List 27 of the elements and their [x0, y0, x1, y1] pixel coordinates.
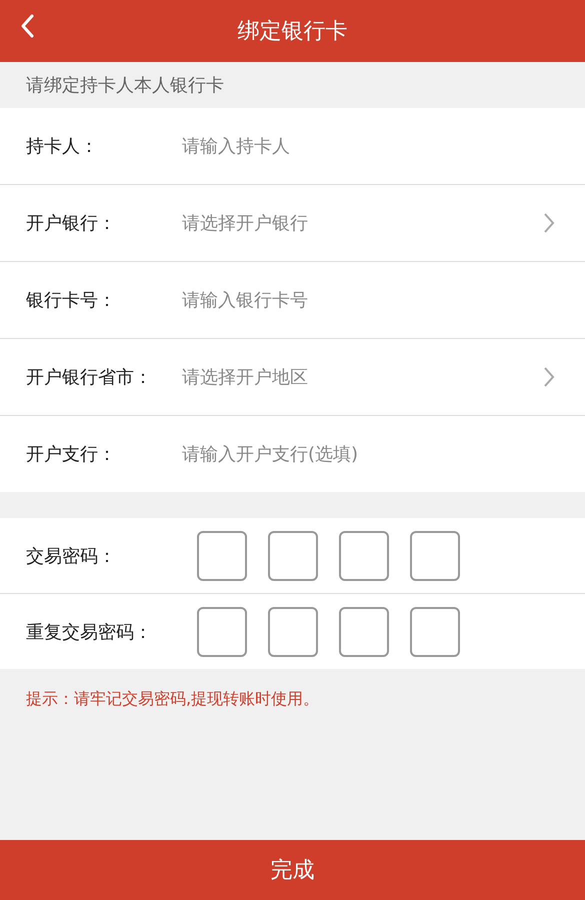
- input-field[interactable]: 请选择开户银行: [182, 212, 543, 234]
- pin-field[interactable]: [197, 606, 247, 656]
- field-label: 交易密码：: [26, 544, 117, 568]
- field-label: 开户银行：: [26, 212, 117, 235]
- field-label: 开户支行：: [26, 443, 117, 466]
- pin-field[interactable]: [268, 606, 318, 656]
- input-field[interactable]: 请输入持卡人: [182, 136, 555, 156]
- hint-text: 提示：请牢记交易密码,提现转账时使用。: [25, 688, 320, 710]
- pin-field[interactable]: [410, 530, 460, 580]
- chevron-icon: [543, 212, 555, 234]
- pin-field[interactable]: [339, 606, 389, 656]
- page-title: 绑定银行卡: [238, 18, 348, 46]
- pin-field[interactable]: [410, 606, 460, 656]
- back-icon[interactable]: [20, 14, 34, 38]
- field-label: 持卡人：: [26, 135, 99, 158]
- input-field[interactable]: 请输入银行卡号: [182, 290, 555, 310]
- pin-field[interactable]: [268, 530, 318, 580]
- field-label: 开户银行省市：: [26, 366, 153, 389]
- field-label: 银行卡号：: [26, 289, 117, 312]
- notice-text: 请绑定持卡人本人银行卡: [25, 74, 225, 98]
- submit-button[interactable]: 完成: [0, 840, 585, 900]
- field-label: 重复交易密码：: [26, 620, 153, 644]
- pin-field[interactable]: [339, 530, 389, 580]
- chevron-icon: [543, 366, 555, 388]
- input-field[interactable]: 请选择开户地区: [182, 366, 543, 388]
- input-field[interactable]: 请输入开户支行(选填): [182, 444, 555, 464]
- pin-field[interactable]: [197, 530, 247, 580]
